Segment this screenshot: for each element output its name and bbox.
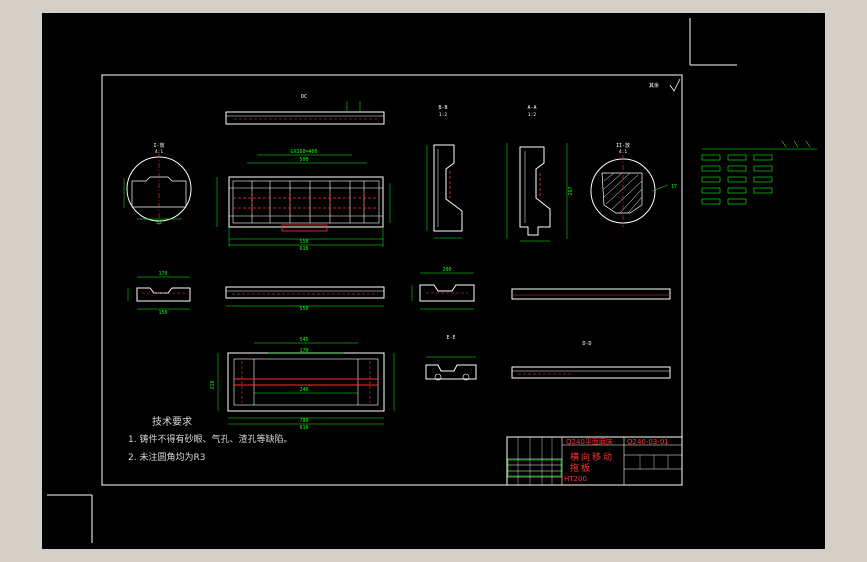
drawing-canvas: DC B-B 1:2 A-A 1:2 I-放 4:1 II-放 4:1 D-D …	[42, 13, 825, 549]
label-section-b-scale: 1:2	[439, 112, 447, 118]
title-material: HT200	[564, 475, 587, 483]
label-section-d: D-D	[582, 341, 591, 347]
dim-plan-width: 616	[299, 425, 308, 431]
dim-overall-length: GX160=400	[290, 149, 317, 155]
label-detail-2: II-放	[616, 142, 630, 149]
label-detail-1: I-放	[153, 142, 164, 149]
label-section-a-scale: 1:2	[528, 112, 536, 118]
label-detail-2-scale: 4:1	[619, 149, 627, 155]
drawing-svg: DC B-B 1:2 A-A 1:2 I-放 4:1 II-放 4:1 D-D …	[42, 13, 825, 549]
dim-length-b: 550	[299, 239, 308, 245]
sheet-background	[42, 13, 825, 549]
tech-req-item-1: 1. 铸件不得有砂眼、气孔、渣孔等缺陷。	[128, 435, 293, 445]
label-section-e: E-E	[446, 335, 455, 341]
dim-height-a: 218	[210, 380, 216, 389]
label-section-a: A-A	[527, 105, 536, 111]
dim-length-d: 780	[299, 418, 308, 424]
title-part-name: 横向移动拖板	[570, 453, 615, 474]
surface-mark-text: 其余	[649, 82, 659, 89]
dim-width-a: 545	[299, 337, 308, 343]
label-section-b: B-B	[438, 105, 447, 111]
title-machine: Q240平面磨床	[566, 438, 613, 446]
dim-width-c: 240	[299, 387, 308, 393]
dim-height-b: 267	[568, 186, 574, 195]
label-detail-1-scale: 4:1	[155, 149, 163, 155]
label-top-view: DC	[301, 94, 307, 100]
dim-width-b: 170	[299, 348, 308, 354]
dim-small-d: 17	[671, 184, 677, 190]
tech-req-item-2: 2. 未注圆角均为R3	[128, 453, 206, 463]
dim-length-a: 500	[299, 157, 308, 163]
title-drawing-no: Q240-03-01	[627, 438, 669, 446]
dim-small-c: 32	[156, 220, 162, 226]
dim-long-bar: 550	[299, 306, 308, 312]
dim-length-c: 616	[299, 246, 308, 252]
dim-small-b: 150	[158, 310, 167, 316]
tech-req-title: 技术要求	[152, 417, 192, 428]
dim-small-a: 170	[158, 271, 167, 277]
dim-height-c: 200	[442, 267, 451, 273]
